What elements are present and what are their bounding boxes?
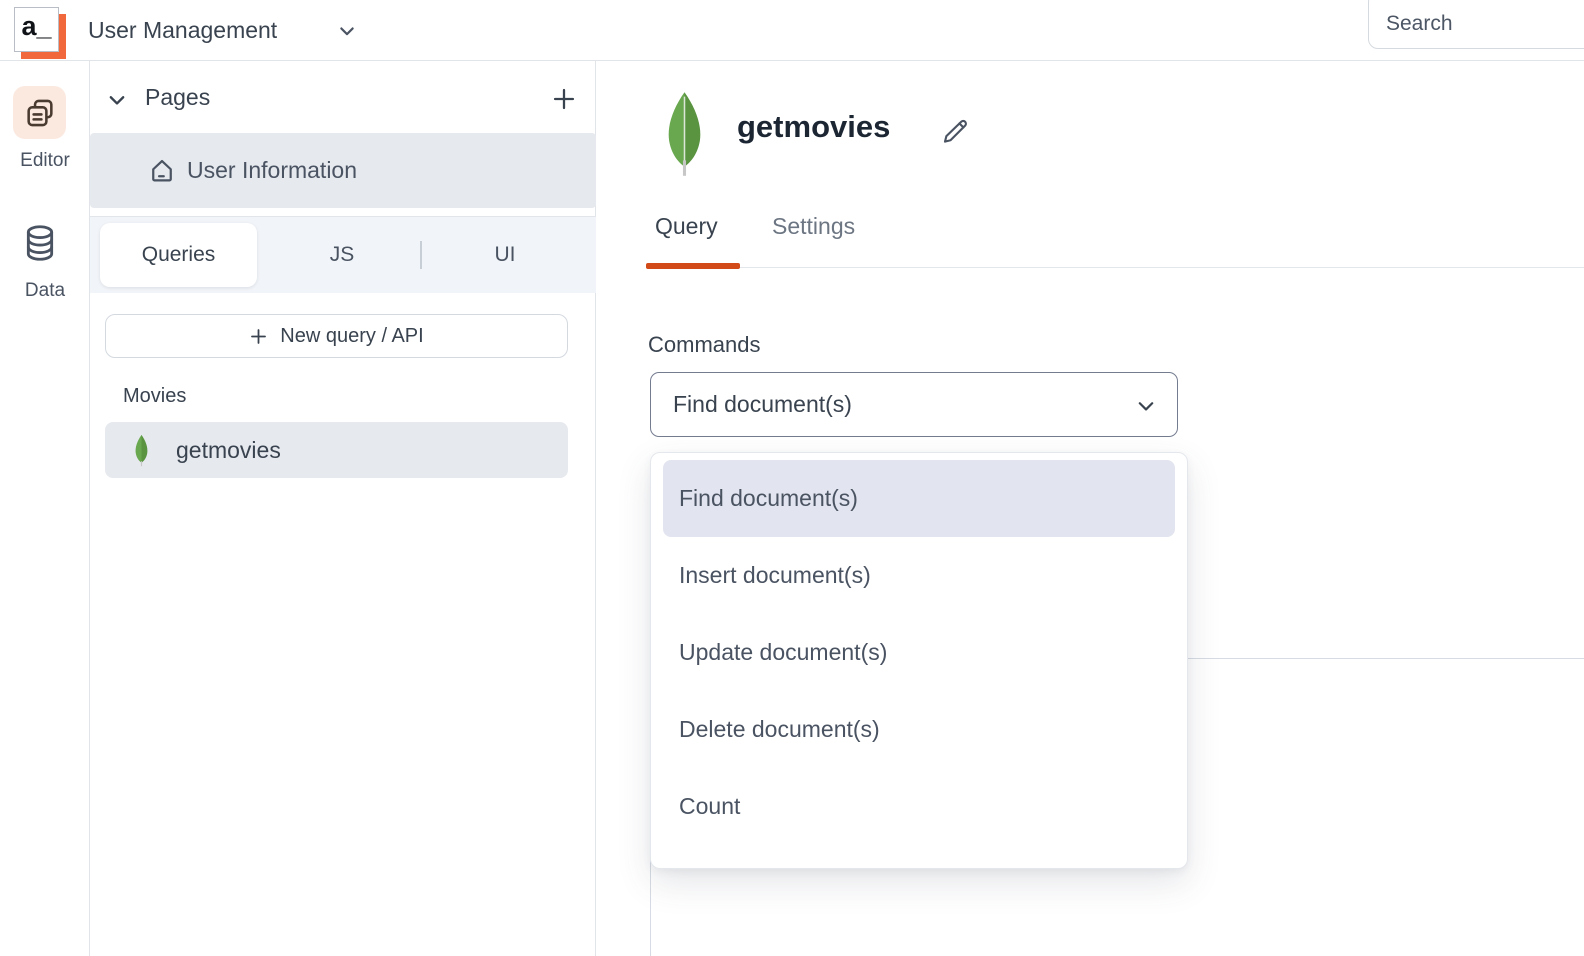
pages-icon xyxy=(23,96,57,130)
new-query-label: New query / API xyxy=(280,325,423,348)
commands-label: Commands xyxy=(648,332,760,358)
new-query-button[interactable]: New query / API xyxy=(105,314,568,358)
top-bar: a_ User Management xyxy=(0,0,1584,61)
active-tab-underline xyxy=(646,263,740,269)
mongodb-leaf-icon xyxy=(662,90,707,178)
sidebar-item-user-information[interactable]: User Information xyxy=(90,133,596,208)
add-page-button[interactable] xyxy=(542,77,586,121)
app-name[interactable]: User Management xyxy=(88,0,277,61)
menu-item-find-documents[interactable]: Find document(s) xyxy=(663,460,1175,537)
tab-ui[interactable]: UI xyxy=(440,217,570,293)
menu-item-delete-documents[interactable]: Delete document(s) xyxy=(663,691,1175,768)
menu-item-update-documents[interactable]: Update document(s) xyxy=(663,614,1175,691)
menu-item-insert-documents[interactable]: Insert document(s) xyxy=(663,537,1175,614)
editor-segmented-control: Queries JS UI xyxy=(90,217,596,293)
appsmith-logo-icon[interactable]: a_ xyxy=(14,7,59,52)
divider xyxy=(420,241,422,269)
pages-header: Pages xyxy=(90,75,596,125)
sidebar-item-editor[interactable] xyxy=(13,86,66,139)
home-icon xyxy=(148,157,176,185)
tab-settings[interactable]: Settings xyxy=(772,213,855,240)
tab-queries[interactable]: Queries xyxy=(100,223,257,287)
tab-js[interactable]: JS xyxy=(277,217,407,293)
commands-dropdown-menu: Find document(s) Insert document(s) Upda… xyxy=(650,452,1188,869)
page-title: getmovies xyxy=(737,109,890,145)
editor-sidebar: Pages User Information Queries JS UI xyxy=(90,61,596,956)
pencil-icon[interactable] xyxy=(941,117,971,147)
chevron-down-icon xyxy=(1135,395,1157,417)
mongodb-leaf-icon xyxy=(133,434,150,467)
sidebar-item-data[interactable] xyxy=(13,216,66,269)
query-group-label: Movies xyxy=(123,385,186,408)
pages-title[interactable]: Pages xyxy=(145,84,210,111)
divider xyxy=(646,267,1584,268)
sidebar-item-getmovies[interactable]: getmovies xyxy=(105,422,568,478)
left-rail: Editor Data xyxy=(0,61,90,956)
menu-item-count[interactable]: Count xyxy=(663,768,1175,845)
chevron-down-icon[interactable] xyxy=(106,89,128,111)
rail-label-editor: Editor xyxy=(0,150,90,172)
commands-dropdown-value: Find document(s) xyxy=(673,391,852,418)
tab-query[interactable]: Query xyxy=(655,213,718,240)
app-screen: a_ User Management Editor xyxy=(0,0,1584,956)
rail-label-data: Data xyxy=(0,280,90,302)
search-input[interactable] xyxy=(1368,0,1584,49)
commands-dropdown[interactable]: Find document(s) xyxy=(650,372,1178,437)
page-label: User Information xyxy=(187,157,357,184)
database-icon xyxy=(20,223,60,263)
main-panel: getmovies Query Settings Commands Find d… xyxy=(596,61,1584,956)
chevron-down-icon[interactable] xyxy=(337,21,357,41)
plus-icon xyxy=(249,327,268,346)
query-label: getmovies xyxy=(176,437,281,464)
